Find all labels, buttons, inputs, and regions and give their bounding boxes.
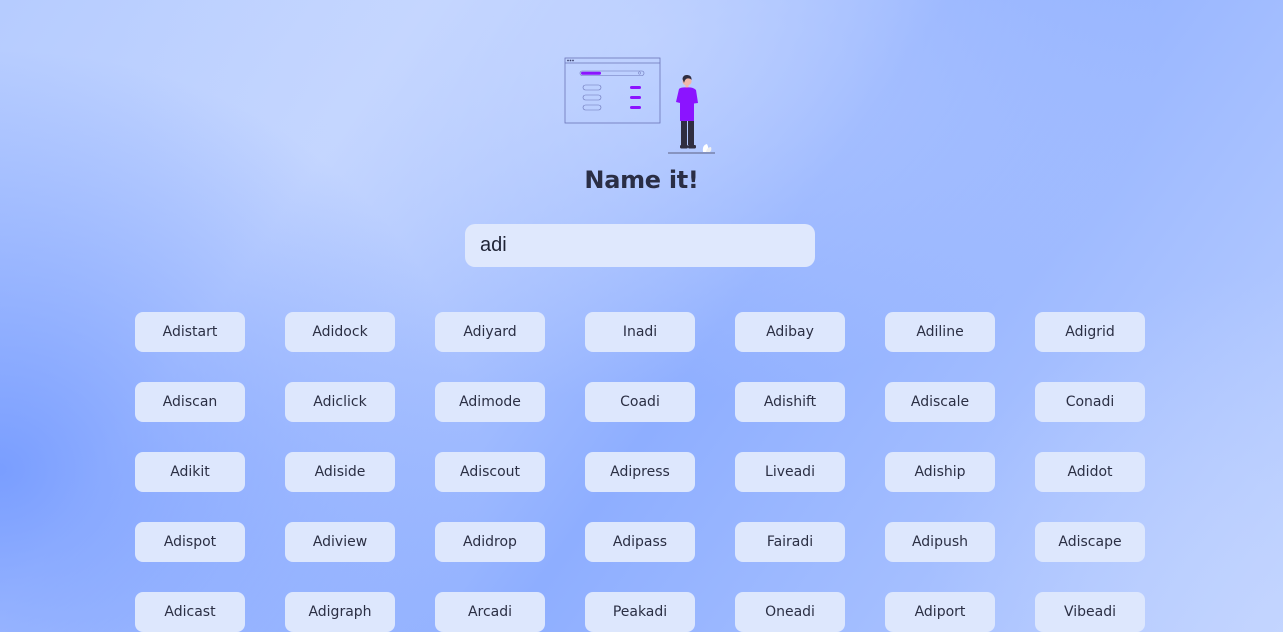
name-suggestion-button[interactable]: Adigraph: [285, 592, 395, 632]
name-suggestion-button[interactable]: Adikit: [135, 452, 245, 492]
name-suggestion-button[interactable]: Adiyard: [435, 312, 545, 352]
name-suggestion-button[interactable]: Adipress: [585, 452, 695, 492]
name-suggestion-button[interactable]: Adiside: [285, 452, 395, 492]
name-suggestion-button[interactable]: Adispot: [135, 522, 245, 562]
name-suggestion-button[interactable]: Inadi: [585, 312, 695, 352]
name-suggestion-button[interactable]: Adiclick: [285, 382, 395, 422]
name-suggestion-button[interactable]: Adishift: [735, 382, 845, 422]
name-suggestion-button[interactable]: Adiscape: [1035, 522, 1145, 562]
name-suggestion-button[interactable]: Adiport: [885, 592, 995, 632]
name-suggestion-button[interactable]: Peakadi: [585, 592, 695, 632]
name-suggestion-button[interactable]: Coadi: [585, 382, 695, 422]
name-suggestion-button[interactable]: Conadi: [1035, 382, 1145, 422]
name-suggestion-button[interactable]: Adidot: [1035, 452, 1145, 492]
name-suggestion-button[interactable]: Adibay: [735, 312, 845, 352]
name-suggestion-button[interactable]: Adipush: [885, 522, 995, 562]
name-suggestion-button[interactable]: Arcadi: [435, 592, 545, 632]
name-suggestion-button[interactable]: Adiscout: [435, 452, 545, 492]
name-suggestion-button[interactable]: Adidrop: [435, 522, 545, 562]
name-suggestion-button[interactable]: Adiscan: [135, 382, 245, 422]
name-suggestion-button[interactable]: Adipass: [585, 522, 695, 562]
name-suggestion-button[interactable]: Adiline: [885, 312, 995, 352]
name-suggestion-button[interactable]: Fairadi: [735, 522, 845, 562]
name-suggestion-button[interactable]: Adimode: [435, 382, 545, 422]
name-suggestion-button[interactable]: Adiscale: [885, 382, 995, 422]
name-suggestion-button[interactable]: Liveadi: [735, 452, 845, 492]
name-suggestion-button[interactable]: Adidock: [285, 312, 395, 352]
name-suggestion-button[interactable]: Adiview: [285, 522, 395, 562]
name-suggestion-button[interactable]: Adicast: [135, 592, 245, 632]
name-suggestion-button[interactable]: Adiship: [885, 452, 995, 492]
person-browsing-window-illustration: [564, 57, 715, 154]
name-suggestion-button[interactable]: Adistart: [135, 312, 245, 352]
page-title: Name it!: [584, 166, 699, 194]
name-suggestion-button[interactable]: Vibeadi: [1035, 592, 1145, 632]
search-input[interactable]: [465, 224, 815, 267]
name-suggestion-button[interactable]: Oneadi: [735, 592, 845, 632]
name-suggestions-grid: Adistart Adidock Adiyard Inadi Adibay Adiline…: [135, 312, 1145, 632]
name-suggestion-button[interactable]: Adigrid: [1035, 312, 1145, 352]
